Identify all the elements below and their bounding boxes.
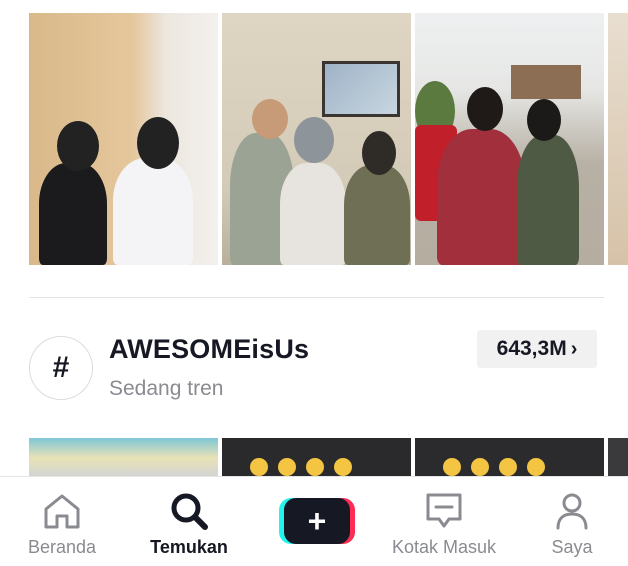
- video-thumbnail-7[interactable]: [415, 438, 604, 478]
- house-roof: [511, 65, 581, 99]
- person-figure: [437, 129, 525, 265]
- video-thumbnail-5[interactable]: [29, 438, 218, 478]
- emoji-shape: [334, 458, 352, 476]
- video-thumbnail-3[interactable]: [415, 13, 604, 265]
- person-head: [252, 99, 288, 139]
- emoji-shape: [278, 458, 296, 476]
- person-figure: [113, 158, 193, 265]
- person-head: [137, 117, 179, 169]
- hashtag-icon[interactable]: #: [29, 336, 93, 400]
- person-figure: [517, 135, 579, 265]
- person-head: [362, 131, 396, 175]
- person-figure: [39, 163, 107, 265]
- person-icon: [556, 493, 588, 530]
- create-video-button[interactable]: +: [279, 498, 355, 544]
- nav-discover[interactable]: Temukan: [140, 477, 238, 566]
- emoji-decoration: [250, 458, 352, 476]
- view-count-button[interactable]: 643,3M ›: [477, 330, 597, 368]
- person-head: [294, 117, 334, 163]
- nav-home-label: Beranda: [27, 537, 97, 557]
- emoji-shape: [306, 458, 324, 476]
- person-figure: [344, 165, 410, 265]
- nav-profile-label: Saya: [551, 537, 593, 557]
- video-thumbnail-8-partial[interactable]: [608, 438, 628, 478]
- emoji-decoration: [443, 458, 545, 476]
- person-head: [527, 99, 561, 141]
- person-head: [467, 87, 503, 131]
- video-thumbnail-2[interactable]: [222, 13, 411, 265]
- emoji-shape: [499, 458, 517, 476]
- nav-discover-label: Temukan: [150, 537, 228, 557]
- home-icon: [44, 494, 80, 529]
- emoji-shape: [443, 458, 461, 476]
- chevron-right-icon: ›: [570, 337, 578, 360]
- view-count-value: 643,3M: [496, 337, 567, 360]
- hashtag-title[interactable]: AWESOMEisUs: [109, 334, 309, 365]
- search-icon: [171, 493, 208, 530]
- plus-icon: +: [284, 498, 350, 544]
- person-figure: [280, 163, 346, 265]
- inbox-message-icon: [426, 493, 462, 528]
- section-divider: [29, 297, 604, 298]
- video-thumbnail-1[interactable]: [29, 13, 218, 265]
- hashtag-subtitle: Sedang tren: [109, 377, 224, 400]
- emoji-shape: [527, 458, 545, 476]
- person-head: [57, 121, 99, 171]
- nav-profile[interactable]: Saya: [540, 477, 604, 566]
- emoji-shape: [250, 458, 268, 476]
- wall-photo-frame: [322, 61, 400, 117]
- video-thumbnail-6[interactable]: [222, 438, 411, 478]
- nav-inbox-label: Kotak Masuk: [391, 537, 497, 557]
- video-thumbnail-4-partial[interactable]: [608, 13, 628, 265]
- nav-home[interactable]: Beranda: [20, 477, 104, 566]
- emoji-shape: [471, 458, 489, 476]
- nav-inbox[interactable]: Kotak Masuk: [382, 477, 506, 566]
